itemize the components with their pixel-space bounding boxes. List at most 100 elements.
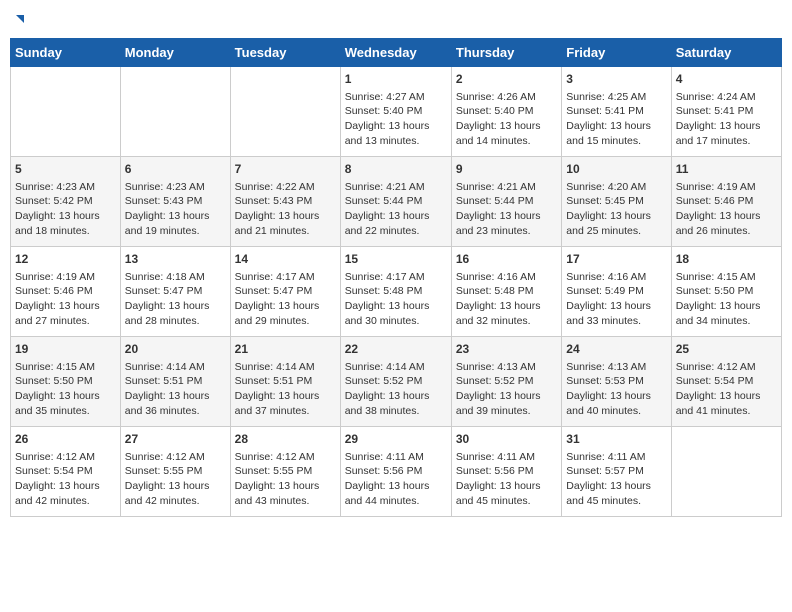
day-info: Sunrise: 4:12 AM xyxy=(235,450,336,465)
day-info: Sunrise: 4:25 AM xyxy=(566,90,666,105)
day-info: Sunset: 5:53 PM xyxy=(566,374,666,389)
calendar-week-row: 12 Sunrise: 4:19 AMSunset: 5:46 PM Dayligh… xyxy=(11,246,782,336)
day-info: and 25 minutes. xyxy=(566,224,666,239)
day-number: 2 xyxy=(456,71,557,88)
calendar-cell: 31Sunrise: 4:11 AMSunset: 5:57 PMDayligh… xyxy=(562,426,671,516)
day-info: and 22 minutes. xyxy=(345,224,447,239)
day-info: Sunset: 5:40 PM xyxy=(456,104,557,119)
column-header-sunday: Sunday xyxy=(11,38,121,66)
calendar-cell: 1Sunrise: 4:27 AMSunset: 5:40 PMDaylight… xyxy=(340,66,451,156)
day-number: 25 xyxy=(676,341,777,358)
calendar-cell xyxy=(671,426,781,516)
day-info: Sunset: 5:49 PM xyxy=(566,284,666,299)
day-info: Sunrise: 4:23 AM xyxy=(125,180,226,195)
day-info: and 42 minutes. xyxy=(125,494,226,509)
day-info: Sunrise: 4:15 AM xyxy=(676,270,777,285)
day-info: and 40 minutes. xyxy=(566,404,666,419)
day-info: Daylight: 13 hours xyxy=(456,299,557,314)
day-info: Sunset: 5:46 PM xyxy=(676,194,777,209)
day-info: and 17 minutes. xyxy=(676,134,777,149)
day-info: Sunset: 5:44 PM xyxy=(456,194,557,209)
day-info: Sunrise: 4:12 AM xyxy=(15,450,116,465)
day-info: Daylight: 13 hours xyxy=(456,389,557,404)
day-number: 19 xyxy=(15,341,116,358)
day-number: 5 xyxy=(15,161,116,178)
day-info: Sunrise: 4:14 AM xyxy=(235,360,336,375)
calendar-cell xyxy=(120,66,230,156)
day-info: Daylight: 13 hours xyxy=(345,209,447,224)
day-info: Daylight: 13 hours xyxy=(125,389,226,404)
day-info: Sunrise: 4:21 AM xyxy=(345,180,447,195)
day-info: and 44 minutes. xyxy=(345,494,447,509)
column-header-friday: Friday xyxy=(562,38,671,66)
day-info: Daylight: 13 hours xyxy=(566,209,666,224)
day-number: 1 xyxy=(345,71,447,88)
day-info: and 26 minutes. xyxy=(676,224,777,239)
day-info: Daylight: 13 hours xyxy=(566,479,666,494)
column-header-thursday: Thursday xyxy=(451,38,561,66)
day-info: Daylight: 13 hours xyxy=(235,209,336,224)
day-info: Sunrise: 4:22 AM xyxy=(235,180,336,195)
day-info: Daylight: 13 hours xyxy=(125,299,226,314)
day-number: 24 xyxy=(566,341,666,358)
day-info: and 29 minutes. xyxy=(235,314,336,329)
day-number: 21 xyxy=(235,341,336,358)
calendar-cell: 12Sunrise: 4:19 AMSunset: 5:46 PMDayligh… xyxy=(11,246,121,336)
day-info: and 28 minutes. xyxy=(125,314,226,329)
day-info: Sunset: 5:52 PM xyxy=(456,374,557,389)
day-info: Daylight: 13 hours xyxy=(15,479,116,494)
day-info: Sunset: 5:55 PM xyxy=(235,464,336,479)
calendar-cell: 25Sunrise: 4:12 AMSunset: 5:54 PMDayligh… xyxy=(671,336,781,426)
day-info: Sunset: 5:41 PM xyxy=(676,104,777,119)
day-info: Sunrise: 4:19 AM xyxy=(15,270,116,285)
column-header-tuesday: Tuesday xyxy=(230,38,340,66)
day-number: 30 xyxy=(456,431,557,448)
day-number: 3 xyxy=(566,71,666,88)
day-info: and 36 minutes. xyxy=(125,404,226,419)
column-header-saturday: Saturday xyxy=(671,38,781,66)
day-info: Daylight: 13 hours xyxy=(125,209,226,224)
day-number: 8 xyxy=(345,161,447,178)
day-number: 27 xyxy=(125,431,226,448)
calendar-cell: 21Sunrise: 4:14 AMSunset: 5:51 PMDayligh… xyxy=(230,336,340,426)
day-info: Daylight: 13 hours xyxy=(15,209,116,224)
calendar-cell: 27Sunrise: 4:12 AMSunset: 5:55 PMDayligh… xyxy=(120,426,230,516)
day-info: Sunset: 5:54 PM xyxy=(15,464,116,479)
calendar-cell xyxy=(230,66,340,156)
calendar-cell: 4Sunrise: 4:24 AMSunset: 5:41 PMDaylight… xyxy=(671,66,781,156)
logo-arrow-icon xyxy=(10,13,26,27)
day-number: 12 xyxy=(15,251,116,268)
day-info: and 18 minutes. xyxy=(15,224,116,239)
calendar-table: SundayMondayTuesdayWednesdayThursdayFrid… xyxy=(10,38,782,517)
day-info: Daylight: 13 hours xyxy=(15,389,116,404)
day-number: 4 xyxy=(676,71,777,88)
day-info: and 41 minutes. xyxy=(676,404,777,419)
day-info: Sunset: 5:54 PM xyxy=(676,374,777,389)
day-info: Sunset: 5:46 PM xyxy=(15,284,116,299)
calendar-week-row: 1Sunrise: 4:27 AMSunset: 5:40 PMDaylight… xyxy=(11,66,782,156)
day-info: Sunrise: 4:18 AM xyxy=(125,270,226,285)
calendar-cell: 11Sunrise: 4:19 AMSunset: 5:46 PMDayligh… xyxy=(671,156,781,246)
day-info: Sunrise: 4:20 AM xyxy=(566,180,666,195)
day-info: Sunrise: 4:14 AM xyxy=(125,360,226,375)
day-info: and 45 minutes. xyxy=(566,494,666,509)
day-info: Daylight: 13 hours xyxy=(676,299,777,314)
calendar-cell: 18Sunrise: 4:15 AMSunset: 5:50 PMDayligh… xyxy=(671,246,781,336)
day-info: and 27 minutes. xyxy=(15,314,116,329)
page-header xyxy=(10,10,782,30)
day-info: Sunrise: 4:23 AM xyxy=(15,180,116,195)
day-number: 17 xyxy=(566,251,666,268)
day-number: 31 xyxy=(566,431,666,448)
calendar-cell: 5 Sunrise: 4:23 AMSunset: 5:42 PMDaylight… xyxy=(11,156,121,246)
day-info: and 23 minutes. xyxy=(456,224,557,239)
day-info: Sunset: 5:43 PM xyxy=(235,194,336,209)
calendar-cell xyxy=(11,66,121,156)
calendar-cell: 14Sunrise: 4:17 AMSunset: 5:47 PMDayligh… xyxy=(230,246,340,336)
day-number: 23 xyxy=(456,341,557,358)
day-info: Sunset: 5:44 PM xyxy=(345,194,447,209)
calendar-cell: 23Sunrise: 4:13 AMSunset: 5:52 PMDayligh… xyxy=(451,336,561,426)
day-info: Sunset: 5:42 PM xyxy=(15,194,116,209)
day-info: and 21 minutes. xyxy=(235,224,336,239)
calendar-cell: 6Sunrise: 4:23 AMSunset: 5:43 PMDaylight… xyxy=(120,156,230,246)
day-number: 18 xyxy=(676,251,777,268)
